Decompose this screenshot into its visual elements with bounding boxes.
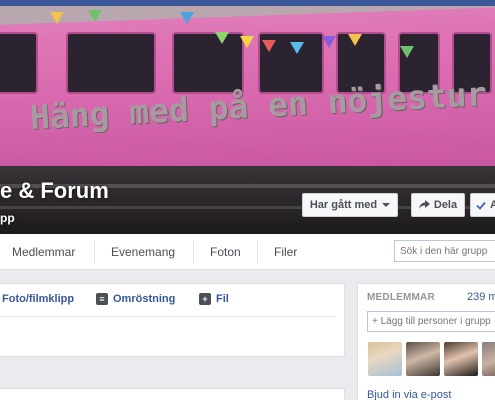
bunting-flag	[400, 46, 414, 58]
members-panel: MEDLEMMAR 239 m Bjud in via e-post	[357, 283, 495, 400]
bunting-flag	[240, 36, 254, 48]
bunting-flag	[348, 34, 362, 46]
composer-poll[interactable]: ≡ Omröstning	[96, 293, 175, 305]
bunting-flag	[50, 12, 64, 24]
tab-photos[interactable]: Foton	[210, 234, 241, 270]
train-window	[0, 32, 38, 94]
group-title[interactable]: e & Forum	[0, 178, 109, 204]
add-members-input[interactable]	[367, 311, 495, 332]
tab-events[interactable]: Evenemang	[111, 234, 175, 270]
tab-divider	[193, 240, 194, 264]
group-privacy-label: pp	[0, 211, 15, 225]
share-label: Dela	[433, 199, 458, 211]
composer-photo-video[interactable]: Foto/filmklipp	[2, 293, 74, 305]
notifications-button[interactable]: A	[470, 193, 495, 217]
invite-by-email-link[interactable]: Bjud in via e-post	[367, 389, 451, 400]
share-arrow-icon	[418, 200, 430, 209]
bunting-flag	[262, 40, 276, 52]
avatar[interactable]	[444, 342, 478, 376]
tab-members[interactable]: Medlemmar	[12, 234, 75, 270]
group-search-input[interactable]	[394, 240, 495, 262]
poll-label: Omröstning	[113, 293, 176, 305]
check-icon	[476, 201, 486, 210]
tab-divider	[94, 240, 95, 264]
composer-divider	[0, 316, 335, 317]
tab-divider	[257, 240, 258, 264]
file-icon: +	[199, 293, 211, 305]
composer-file[interactable]: + Fil	[199, 293, 229, 305]
post-composer: Foto/filmklipp ≡ Omröstning + Fil	[0, 283, 345, 357]
photo-video-label: Foto/filmklipp	[2, 293, 75, 305]
file-label: Fil	[216, 293, 229, 305]
cover-photo[interactable]: Häng med på en nöjestur och retur e & Fo…	[0, 6, 495, 234]
bunting-flag	[180, 12, 194, 24]
avatar[interactable]	[482, 342, 495, 376]
notify-label: A	[490, 199, 495, 211]
members-count[interactable]: 239 m	[467, 291, 495, 303]
feed-post	[0, 388, 345, 400]
train-window	[172, 32, 244, 94]
chevron-down-icon	[382, 203, 391, 207]
share-button[interactable]: Dela	[411, 193, 465, 217]
joined-label: Har gått med	[309, 199, 378, 211]
poll-icon: ≡	[96, 293, 108, 305]
bunting-flag	[290, 42, 304, 54]
bunting-flag	[322, 36, 336, 48]
bunting-flag	[88, 10, 102, 22]
members-heading: MEDLEMMAR	[367, 292, 435, 303]
avatar[interactable]	[406, 342, 440, 376]
tab-files[interactable]: Filer	[274, 234, 297, 270]
avatar[interactable]	[368, 342, 402, 376]
train-window	[66, 32, 156, 94]
bunting-flag	[215, 32, 229, 44]
joined-button[interactable]: Har gått med	[302, 193, 398, 217]
